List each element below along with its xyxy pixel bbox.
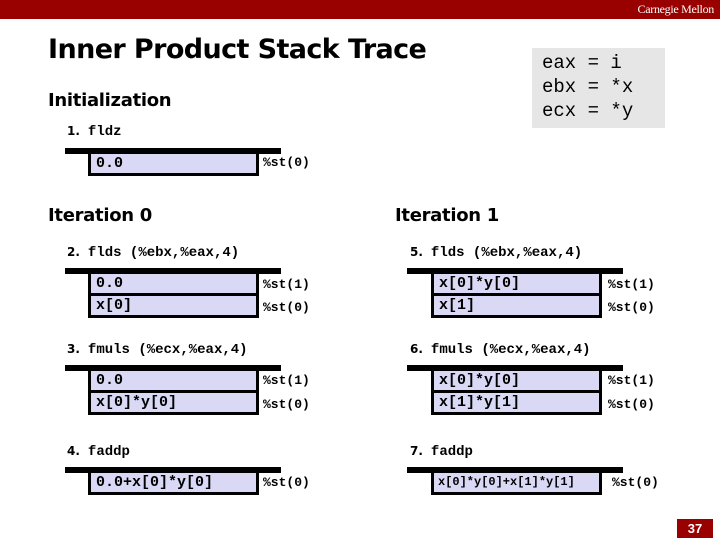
- stack-box: 0.0+x[0]*y[0]: [88, 470, 259, 495]
- section-iteration-0: Iteration 0: [48, 205, 152, 226]
- stack-register-label: %st(1): [608, 277, 655, 292]
- stack-box: 0.0 x[0]*y[0]: [88, 368, 259, 415]
- stack-register-label: %st(0): [263, 155, 310, 170]
- instruction-step-6: 6. fmuls (%ecx,%eax,4): [410, 342, 591, 358]
- section-initialization: Initialization: [48, 90, 172, 111]
- stack-cell: 0.0: [91, 274, 256, 293]
- page-title: Inner Product Stack Trace: [48, 34, 427, 65]
- stack-cell: x[0]*y[0]: [434, 371, 599, 390]
- stack-cell: x[1]*y[1]: [434, 393, 599, 412]
- header-bar: Carnegie Mellon: [0, 0, 720, 19]
- stack-cell: 0.0: [91, 371, 256, 390]
- stack-register-label: %st(0): [612, 475, 659, 490]
- register-ecx: ecx = *y: [542, 100, 634, 122]
- instruction-step-1: 1. fldz: [67, 124, 122, 140]
- instruction-step-5: 5. flds (%ebx,%eax,4): [410, 245, 583, 261]
- stack-register-label: %st(0): [608, 300, 655, 315]
- brand-label: Carnegie Mellon: [637, 2, 715, 16]
- stack-register-label: %st(1): [263, 373, 310, 388]
- stack-cell: 0.0+x[0]*y[0]: [91, 473, 256, 492]
- page-number: 37: [677, 519, 713, 538]
- stack-box: x[0]*y[0] x[1]*y[1]: [431, 368, 602, 415]
- stack-box: 0.0: [88, 151, 259, 176]
- stack-register-label: %st(0): [263, 397, 310, 412]
- stack-box: 0.0 x[0]: [88, 271, 259, 318]
- register-legend: eax = i ebx = *x ecx = *y: [532, 48, 665, 128]
- instruction-step-7: 7. faddp: [410, 444, 473, 460]
- stack-cell: x[0]*y[0]+x[1]*y[1]: [434, 473, 599, 492]
- stack-cell: x[1]: [434, 296, 599, 315]
- register-eax: eax = i: [542, 52, 622, 74]
- stack-cell: x[0]*y[0]: [434, 274, 599, 293]
- instruction-step-4: 4. faddp: [67, 444, 130, 460]
- instruction-step-3: 3. fmuls (%ecx,%eax,4): [67, 342, 248, 358]
- stack-register-label: %st(0): [608, 397, 655, 412]
- stack-box: x[0]*y[0] x[1]: [431, 271, 602, 318]
- stack-register-label: %st(0): [263, 475, 310, 490]
- section-iteration-1: Iteration 1: [395, 205, 499, 226]
- stack-cell: x[0]: [91, 296, 256, 315]
- stack-cell: 0.0: [91, 154, 256, 173]
- stack-register-label: %st(1): [263, 277, 310, 292]
- stack-cell: x[0]*y[0]: [91, 393, 256, 412]
- instruction-step-2: 2. flds (%ebx,%eax,4): [67, 245, 240, 261]
- stack-register-label: %st(1): [608, 373, 655, 388]
- stack-register-label: %st(0): [263, 300, 310, 315]
- stack-box: x[0]*y[0]+x[1]*y[1]: [431, 470, 602, 495]
- register-ebx: ebx = *x: [542, 76, 634, 98]
